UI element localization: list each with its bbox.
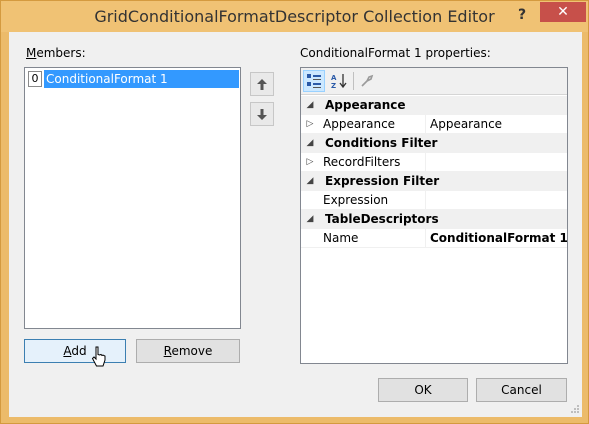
alphabetical-button[interactable]: A Z [328, 70, 350, 92]
title-bar[interactable]: GridConditionalFormatDescriptor Collecti… [1, 1, 588, 32]
svg-text:A: A [331, 74, 337, 82]
properties-label: ConditionalFormat 1 properties: [300, 46, 491, 60]
property-name: Appearance [323, 116, 396, 131]
svg-text:Z: Z [331, 82, 336, 89]
row-gutter [301, 229, 319, 248]
category-label: Expression Filter [325, 173, 440, 188]
members-label: Members: [26, 46, 86, 60]
remove-button[interactable]: Remove [136, 339, 240, 363]
close-button[interactable]: ✕ [540, 2, 586, 22]
property-category-row[interactable]: ◢ Appearance [301, 96, 567, 115]
move-down-button[interactable] [250, 102, 274, 126]
arrow-up-icon [257, 78, 267, 90]
property-pages-icon [361, 74, 374, 87]
list-item-name[interactable]: ConditionalFormat 1 [44, 70, 239, 88]
category-label: Conditions Filter [325, 135, 438, 150]
members-list[interactable]: 0 ConditionalFormat 1 [24, 67, 241, 329]
move-up-button[interactable] [250, 72, 274, 96]
collapse-icon[interactable]: ◢ [301, 96, 319, 115]
collapse-icon[interactable]: ◢ [301, 210, 319, 229]
property-grid-toolbar: A Z [301, 68, 567, 95]
property-name: Expression [323, 192, 389, 207]
property-value[interactable]: Appearance [425, 114, 567, 134]
category-label: Appearance [325, 97, 406, 112]
collapse-icon[interactable]: ◢ [301, 172, 319, 191]
window-title: GridConditionalFormatDescriptor Collecti… [94, 7, 495, 26]
property-grid-rows: ◢ Appearance ▷ Appearance Appearance ◢ Conditi… [301, 96, 567, 248]
property-value[interactable] [425, 152, 567, 172]
alphabetical-icon: A Z [331, 74, 347, 89]
property-category-row[interactable]: ◢ Conditions Filter [301, 134, 567, 153]
property-grid[interactable]: A Z ◢ Appearance ▷ Appearance Appearance ◢ Con… [300, 67, 568, 364]
dialog-client-area: Members: 0 ConditionalFormat 1 Condition… [9, 32, 582, 417]
property-category-row[interactable]: ◢ Expression Filter [301, 172, 567, 191]
cancel-button[interactable]: Cancel [476, 378, 567, 402]
property-value[interactable]: ConditionalFormat 1 [425, 228, 567, 248]
property-category-row[interactable]: ◢ TableDescriptors [301, 210, 567, 229]
expand-icon[interactable]: ▷ [301, 153, 319, 172]
mouse-pointer-icon [91, 346, 106, 367]
list-item[interactable]: 0 ConditionalFormat 1 [28, 70, 239, 88]
row-gutter [301, 191, 319, 210]
resize-grip-icon[interactable] [570, 404, 580, 414]
property-name: RecordFilters [323, 154, 401, 169]
help-button[interactable]: ? [512, 5, 532, 25]
ok-button[interactable]: OK [378, 378, 468, 402]
property-row[interactable]: ▷ RecordFilters [301, 152, 567, 172]
property-name: Name [323, 230, 359, 245]
category-label: TableDescriptors [325, 211, 439, 226]
add-button[interactable]: Add [24, 339, 126, 363]
categorized-button[interactable] [303, 70, 325, 92]
property-row[interactable]: ▷ Appearance Appearance [301, 114, 567, 134]
arrow-down-icon [257, 108, 267, 120]
list-item-index: 0 [28, 71, 42, 87]
property-pages-button[interactable] [356, 70, 378, 92]
property-value[interactable] [425, 190, 567, 210]
expand-icon[interactable]: ▷ [301, 115, 319, 134]
collapse-icon[interactable]: ◢ [301, 134, 319, 153]
property-row[interactable]: Expression [301, 190, 567, 210]
categorized-icon [307, 74, 321, 88]
property-row[interactable]: Name ConditionalFormat 1 [301, 228, 567, 248]
collection-editor-window: GridConditionalFormatDescriptor Collecti… [0, 0, 589, 424]
toolbar-separator [353, 72, 354, 90]
